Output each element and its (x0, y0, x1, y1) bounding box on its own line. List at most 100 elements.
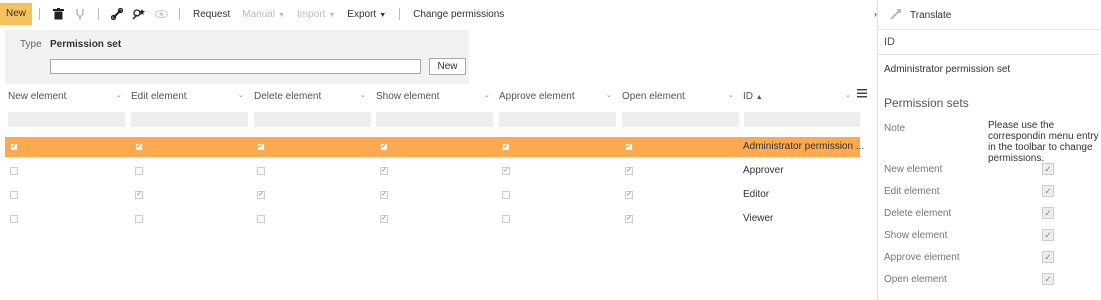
field-label: Approve element (884, 252, 960, 263)
chevron-down-icon[interactable]: ⌄ (484, 91, 490, 99)
row-checkbox[interactable]: ✓ (135, 191, 143, 199)
sort-ascending-icon: ▲ (755, 94, 763, 101)
note-text: Please use the correspondin menu entry i… (988, 120, 1099, 164)
row-checkbox[interactable] (502, 215, 510, 223)
filter-new-element[interactable] (8, 112, 125, 127)
toolbar-divider (179, 8, 181, 20)
row-checkbox[interactable] (257, 167, 265, 175)
toolbar-divider (399, 8, 401, 20)
id-header: ID (878, 29, 1100, 55)
chevron-down-icon[interactable]: ⌄ (728, 91, 734, 99)
table-row[interactable]: ✓ ✓ ✓ ✓ ✓ ✓ Administrator permission ... (5, 137, 864, 157)
row-checkbox[interactable] (135, 215, 143, 223)
column-header-approve-element[interactable]: Approve element (499, 91, 575, 102)
filter-approve-element[interactable] (499, 112, 616, 127)
filter-id[interactable] (744, 112, 860, 127)
toolbar-divider (98, 8, 100, 20)
row-checkbox[interactable] (257, 215, 265, 223)
row-checkbox[interactable] (502, 191, 510, 199)
chevron-down-icon: ▼ (278, 11, 286, 19)
field-checkbox[interactable]: ✓ (1042, 273, 1054, 285)
chevron-down-icon: ▼ (328, 11, 336, 19)
chevron-down-icon[interactable]: ⌄ (845, 91, 851, 99)
row-checkbox[interactable]: ✓ (380, 143, 388, 151)
new-button[interactable]: New (0, 3, 33, 25)
row-checkbox[interactable] (10, 191, 18, 199)
row-checkbox[interactable]: ✓ (257, 143, 265, 151)
field-label: Open element (884, 274, 947, 285)
field-checkbox[interactable]: ✓ (1042, 251, 1054, 263)
new-permission-set-button[interactable]: New (429, 58, 466, 75)
magic-icon[interactable] (132, 7, 146, 21)
filter-open-element[interactable] (622, 112, 739, 127)
chevron-down-icon[interactable]: ⌄ (238, 91, 244, 99)
row-checkbox[interactable]: ✓ (625, 143, 633, 151)
id-label: ID (884, 36, 895, 48)
translate-icon[interactable] (890, 8, 902, 20)
type-label: Type (20, 39, 42, 50)
row-checkbox[interactable]: ✓ (135, 143, 143, 151)
field-label: Edit element (884, 186, 940, 197)
import-menu[interactable]: Import ▼ (297, 9, 335, 20)
chevron-down-icon[interactable]: ⌄ (360, 91, 366, 99)
row-checkbox[interactable]: ✓ (502, 167, 510, 175)
row-checkbox[interactable] (10, 215, 18, 223)
column-header-open-element[interactable]: Open element (622, 91, 685, 102)
filter-delete-element[interactable] (254, 112, 371, 127)
details-panel: Translate ID Administrator permission se… (877, 0, 1101, 300)
row-id: Viewer (743, 213, 774, 224)
chevron-down-icon[interactable]: ⌄ (116, 91, 122, 99)
row-checkbox[interactable]: ✓ (10, 143, 18, 151)
row-checkbox[interactable]: ✓ (502, 143, 510, 151)
row-checkbox[interactable]: ✓ (380, 167, 388, 175)
row-checkbox[interactable]: ✓ (257, 191, 265, 199)
column-header-id[interactable]: ID ▲ (743, 91, 763, 102)
change-permissions-button[interactable]: Change permissions (413, 9, 504, 20)
row-checkbox[interactable]: ✓ (625, 167, 633, 175)
field-checkbox[interactable]: ✓ (1042, 207, 1054, 219)
delete-icon[interactable] (51, 7, 65, 21)
toolbar-divider (39, 8, 41, 20)
branch-icon[interactable] (73, 7, 87, 21)
manual-label: Manual (242, 8, 276, 20)
export-label: Export (347, 8, 377, 20)
field-label: Show element (884, 230, 948, 241)
column-header-edit-element[interactable]: Edit element (131, 91, 187, 102)
field-checkbox[interactable]: ✓ (1042, 163, 1054, 175)
chevron-down-icon[interactable]: ⌄ (606, 91, 612, 99)
field-checkbox[interactable]: ✓ (1042, 229, 1054, 241)
filter-edit-element[interactable] (131, 112, 248, 127)
export-menu[interactable]: Export ▼ (347, 9, 386, 20)
column-id-label: ID (743, 91, 753, 102)
manual-menu[interactable]: Manual ▼ (242, 9, 285, 20)
row-checkbox[interactable] (135, 167, 143, 175)
row-checkbox[interactable]: ✓ (625, 191, 633, 199)
eye-icon[interactable] (154, 7, 168, 21)
row-id: Approver (743, 165, 784, 176)
permission-set-input[interactable] (50, 59, 421, 74)
column-menu-icon[interactable] (853, 89, 871, 103)
table-row[interactable]: ✓ ✓ Viewer (5, 209, 860, 229)
translate-button[interactable]: Translate (910, 10, 951, 21)
request-button[interactable]: Request (193, 9, 230, 20)
column-header-new-element[interactable]: New element (8, 91, 66, 102)
field-label: New element (884, 164, 943, 175)
row-checkbox[interactable]: ✓ (380, 215, 388, 223)
row-checkbox[interactable] (10, 167, 18, 175)
column-header-show-element[interactable]: Show element (376, 91, 439, 102)
import-label: Import (297, 8, 326, 20)
link-icon[interactable] (110, 7, 124, 21)
row-checkbox[interactable]: ✓ (380, 191, 388, 199)
row-id: Editor (743, 189, 770, 200)
chevron-down-icon: ▼ (379, 11, 387, 19)
grid-header: New element ⌄ Edit element ⌄ Delete elem… (0, 89, 872, 105)
table-row[interactable]: ✓ ✓ ✓ Approver (5, 161, 860, 181)
filter-show-element[interactable] (376, 112, 493, 127)
column-header-delete-element[interactable]: Delete element (254, 91, 321, 102)
permission-set-label: Permission set (50, 39, 122, 50)
table-row[interactable]: ✓ ✓ ✓ ✓ Editor (5, 185, 860, 205)
note-label: Note (884, 123, 906, 134)
field-label: Delete element (884, 208, 952, 219)
field-checkbox[interactable]: ✓ (1042, 185, 1054, 197)
row-checkbox[interactable]: ✓ (625, 215, 633, 223)
